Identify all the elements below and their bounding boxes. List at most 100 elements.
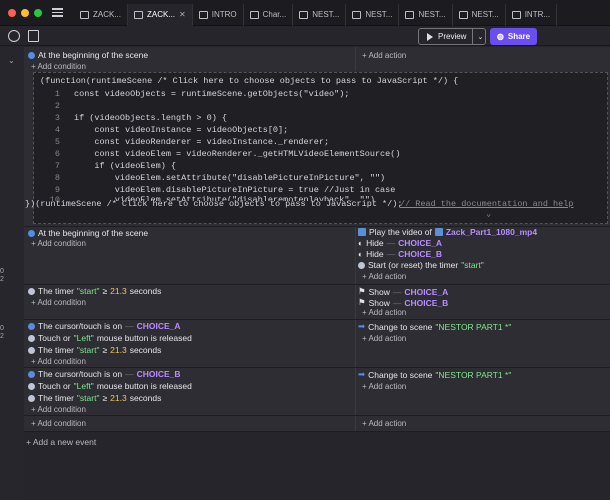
tab-7[interactable]: NEST... xyxy=(399,3,453,26)
tab-bar: ZACK... ZACK... ✕ INTRO Char... NEST... N… xyxy=(74,0,558,26)
chevron-down-icon[interactable]: ⌄ xyxy=(473,33,487,41)
add-condition-link[interactable]: + Add condition xyxy=(31,357,86,366)
action-row[interactable]: ◐ Hide — CHOICE_A xyxy=(358,238,442,248)
javascript-code-editor[interactable]: (function(runtimeScene /* Click here to … xyxy=(25,72,608,224)
tab-2-active[interactable]: ZACK... ✕ xyxy=(128,3,193,26)
condition-row[interactable]: Touch or "Left" mouse button is released xyxy=(28,381,192,391)
condition-row[interactable]: The cursor/touch is on — CHOICE_B xyxy=(28,369,181,379)
close-window-button[interactable] xyxy=(8,8,16,17)
events-icon xyxy=(458,10,468,19)
change-scene-icon: ➡ xyxy=(358,369,366,379)
condition-suffix: seconds xyxy=(129,286,162,296)
share-button[interactable]: ◍ Share xyxy=(490,28,537,45)
tab-label: NEST... xyxy=(471,10,499,19)
documentation-link[interactable]: // Read the documentation and help xyxy=(400,199,573,209)
save-file-icon[interactable] xyxy=(28,29,39,42)
condition-text: At the beginning of the scene xyxy=(38,228,149,238)
condition-row[interactable]: The timer "start" ≥ 21.3 seconds xyxy=(28,286,161,296)
menu-icon[interactable] xyxy=(52,5,68,21)
code-line: const videoElem = videoRenderer._getHTML… xyxy=(74,149,401,159)
line-number: 4 xyxy=(54,125,60,135)
add-action-link[interactable]: + Add action xyxy=(362,308,406,317)
condition-text: Touch or xyxy=(38,381,71,391)
collapse-chevron-icon[interactable]: ⌄ xyxy=(8,56,15,65)
condition-row[interactable]: The timer "start" ≥ 21.3 seconds xyxy=(28,393,161,403)
object-icon: — xyxy=(386,249,396,259)
action-row[interactable]: ⚑ Show — CHOICE_A xyxy=(358,286,448,297)
code-line: const videoObjects = runtimeScene.getObj… xyxy=(74,89,350,99)
expand-chevron-icon[interactable]: ⌄ xyxy=(486,209,491,219)
tab-label: ZACK... xyxy=(93,10,122,19)
action-row[interactable]: Play the video of Zack_Part1_1080_mp4 xyxy=(358,227,537,237)
add-new-event-link[interactable]: + Add a new event xyxy=(26,437,96,447)
tab-3[interactable]: INTRO xyxy=(193,3,244,26)
condition-row[interactable]: The cursor/touch is on — CHOICE_A xyxy=(28,321,181,331)
add-condition-link[interactable]: + Add condition xyxy=(31,405,86,414)
code-line: if (videoObjects.length > 0) { xyxy=(74,113,228,123)
code-header: (function(runtimeScene /* Click here to … xyxy=(40,76,459,86)
line-number: 6 xyxy=(54,149,60,159)
action-row[interactable]: ◐ Hide — CHOICE_B xyxy=(358,249,442,259)
line-number: 5 xyxy=(54,137,60,147)
events-icon xyxy=(299,10,309,19)
add-condition-link[interactable]: + Add condition xyxy=(31,239,86,248)
object-icon: — xyxy=(392,297,402,308)
action-text: Show xyxy=(368,286,390,297)
condition-text: The timer xyxy=(38,286,74,296)
event-block-4[interactable]: The cursor/touch is on — CHOICE_A Touch … xyxy=(24,320,610,368)
condition-suffix: mouse button is released xyxy=(96,381,192,391)
event-block-6[interactable]: + Add condition + Add action xyxy=(24,416,610,432)
condition-row[interactable]: Touch or "Left" mouse button is released xyxy=(28,333,192,343)
add-action-link[interactable]: + Add action xyxy=(362,419,406,428)
timer-value: 21.3 xyxy=(110,286,127,296)
action-row[interactable]: ➡ Change to scene "NESTOR PART1 *" xyxy=(358,321,511,332)
tab-9[interactable]: INTR... xyxy=(506,3,558,26)
divider xyxy=(355,227,356,284)
globe-icon: ◍ xyxy=(496,32,504,41)
history-icon[interactable] xyxy=(8,29,20,42)
maximize-window-button[interactable] xyxy=(34,8,42,17)
event-block-2[interactable]: At the beginning of the scene + Add cond… xyxy=(24,227,610,285)
preview-button[interactable]: Preview ⌄ xyxy=(418,28,486,45)
add-condition-link[interactable]: + Add condition xyxy=(31,298,86,307)
timer-value: 21.3 xyxy=(110,393,127,403)
window-controls xyxy=(0,8,52,17)
add-action-link[interactable]: + Add action xyxy=(362,272,406,281)
timer-icon xyxy=(358,261,365,269)
event-block-5[interactable]: The cursor/touch is on — CHOICE_B Touch … xyxy=(24,368,610,416)
play-icon xyxy=(427,32,433,41)
operator: ≥ xyxy=(102,393,108,403)
divider xyxy=(355,320,356,367)
add-condition-link[interactable]: + Add condition xyxy=(31,419,86,428)
share-label: Share xyxy=(507,32,531,41)
close-tab-icon[interactable]: ✕ xyxy=(179,10,186,19)
condition-row[interactable]: At the beginning of the scene xyxy=(28,228,148,238)
condition-row[interactable]: At the beginning of the scene xyxy=(28,50,148,60)
cursor-icon xyxy=(28,322,35,330)
event-block-3[interactable]: The timer "start" ≥ 21.3 seconds + Add c… xyxy=(24,285,610,320)
add-condition-link[interactable]: + Add condition xyxy=(31,62,86,71)
tab-6[interactable]: NEST... xyxy=(346,3,400,26)
condition-suffix: seconds xyxy=(129,393,162,403)
condition-text: The cursor/touch is on xyxy=(38,369,123,379)
action-row[interactable]: Start (or reset) the timer "start" xyxy=(358,260,484,270)
add-action-link[interactable]: + Add action xyxy=(362,51,406,60)
tab-4[interactable]: Char... xyxy=(244,3,294,26)
line-number: 3 xyxy=(54,113,60,123)
timer-name: "start" xyxy=(461,260,484,270)
tab-8[interactable]: NEST... xyxy=(453,3,506,26)
add-action-link[interactable]: + Add action xyxy=(362,334,406,343)
button-name: "Left" xyxy=(73,381,94,391)
object-name: CHOICE_B xyxy=(398,249,443,259)
condition-text: The cursor/touch is on xyxy=(38,321,123,331)
condition-row[interactable]: The timer "start" ≥ 21.3 seconds xyxy=(28,345,161,355)
code-line: const videoRenderer = videoInstance._ren… xyxy=(74,137,330,147)
tab-5[interactable]: NEST... xyxy=(293,3,347,26)
condition-text: Touch or xyxy=(38,333,71,343)
action-row[interactable]: ⚑ Show — CHOICE_B xyxy=(358,297,448,308)
add-action-link[interactable]: + Add action xyxy=(362,382,406,391)
tab-1[interactable]: ZACK... xyxy=(74,3,129,26)
action-row[interactable]: ➡ Change to scene "NESTOR PART1 *" xyxy=(358,369,511,380)
minimize-window-button[interactable] xyxy=(21,8,29,17)
divider xyxy=(355,285,356,319)
